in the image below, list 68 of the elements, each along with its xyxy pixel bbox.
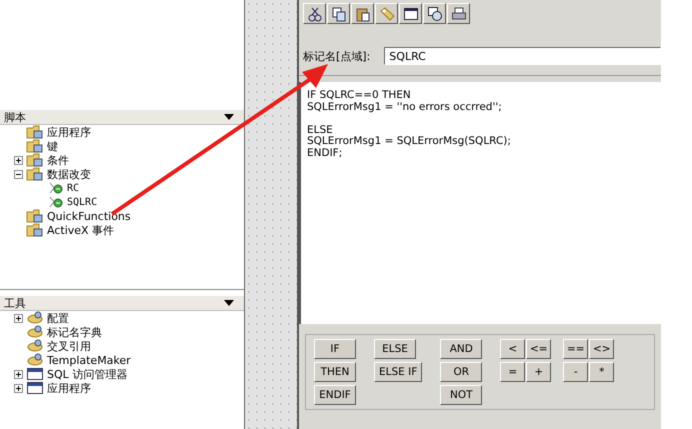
tree-item[interactable]: SQL 访问管理器 xyxy=(47,368,128,380)
tag-icon[interactable] xyxy=(375,3,398,24)
panel-title: 工具 xyxy=(4,296,26,310)
expander-icon[interactable] xyxy=(14,384,23,392)
keyword-button[interactable]: NOT xyxy=(440,385,482,405)
tree-item[interactable]: 应用程序 xyxy=(47,382,91,394)
tree-item[interactable]: 键 xyxy=(47,140,58,152)
keyword-button[interactable]: AND xyxy=(440,339,482,359)
tool-icon xyxy=(26,311,44,325)
keyword-button[interactable]: ELSE IF xyxy=(374,362,422,382)
keyword-button[interactable]: - xyxy=(563,362,588,382)
tree-item[interactable]: SQLRC xyxy=(67,196,98,208)
folder-icon xyxy=(26,139,44,153)
windows-icon[interactable] xyxy=(423,3,446,24)
code-line: ELSE xyxy=(307,124,333,136)
keyword-button[interactable]: ELSE xyxy=(374,339,416,359)
node-icon xyxy=(48,195,64,209)
window-icon xyxy=(26,367,44,381)
paste-icon[interactable] xyxy=(351,3,374,24)
keyword-button[interactable]: OR xyxy=(440,362,482,382)
window-icon xyxy=(26,381,44,395)
tool-icon xyxy=(26,325,44,339)
script-editor[interactable]: IF SQLRC==0 THEN SQLErrorMsg1 = ''no errors occrred''; ELSE SQLErrorMsg1 = SQLErrorMsg(SQLRC); ENDIF; xyxy=(299,82,661,324)
tree-item[interactable]: 条件 xyxy=(47,154,69,166)
expander-icon[interactable] xyxy=(14,170,23,178)
keyword-button[interactable]: <= xyxy=(526,339,552,359)
code-line: IF SQLRC==0 THEN xyxy=(307,89,411,101)
dropdown-icon[interactable] xyxy=(224,300,234,306)
expander-icon[interactable] xyxy=(14,156,23,164)
tool-icon xyxy=(26,339,44,353)
keyword-button[interactable]: IF xyxy=(314,339,356,359)
cut-icon[interactable] xyxy=(303,3,326,24)
keyword-button[interactable]: <> xyxy=(589,339,614,359)
node-icon xyxy=(48,181,64,195)
print-icon[interactable] xyxy=(447,3,470,24)
tree-item[interactable]: 交叉引用 xyxy=(47,340,91,352)
keyword-button[interactable]: THEN xyxy=(314,362,356,382)
tag-name-field[interactable]: SQLRC xyxy=(384,47,661,65)
code-line: ENDIF; xyxy=(307,146,342,158)
folder-icon xyxy=(26,153,44,167)
dropdown-icon[interactable] xyxy=(224,114,234,120)
tree-item[interactable]: TemplateMaker xyxy=(47,354,131,366)
tree-item[interactable]: 配置 xyxy=(47,312,69,324)
keyword-button[interactable]: ENDIF xyxy=(314,385,356,405)
keyword-button[interactable]: * xyxy=(589,362,614,382)
folder-icon xyxy=(26,223,44,237)
tree-item[interactable]: 数据改变 xyxy=(47,168,91,180)
expander-icon[interactable] xyxy=(14,370,23,378)
keyword-button[interactable]: + xyxy=(526,362,552,382)
expander-icon[interactable] xyxy=(14,314,23,322)
tree-item[interactable]: QuickFunctions xyxy=(47,210,131,222)
tool-icon xyxy=(26,353,44,367)
tree-item[interactable]: 标记名字典 xyxy=(47,326,102,338)
tree-item[interactable]: RC xyxy=(67,182,80,194)
folder-icon xyxy=(26,125,44,139)
tree-item[interactable]: ActiveX 事件 xyxy=(47,224,114,236)
folder-icon xyxy=(26,209,44,223)
code-line: SQLErrorMsg1 = SQLErrorMsg(SQLRC); xyxy=(307,135,511,147)
keyword-button[interactable]: < xyxy=(500,339,526,359)
folder-icon xyxy=(26,167,44,181)
keyword-button[interactable]: == xyxy=(563,339,588,359)
keyword-button[interactable]: = xyxy=(500,362,526,382)
tree-item[interactable]: 应用程序 xyxy=(47,126,91,138)
tag-name-label: 标记名[点域]: xyxy=(303,48,370,64)
code-line: SQLErrorMsg1 = ''no errors occrred''; xyxy=(307,100,502,112)
window-icon[interactable] xyxy=(399,3,422,24)
panel-title: 脚本 xyxy=(4,110,26,124)
copy-icon[interactable] xyxy=(327,3,350,24)
